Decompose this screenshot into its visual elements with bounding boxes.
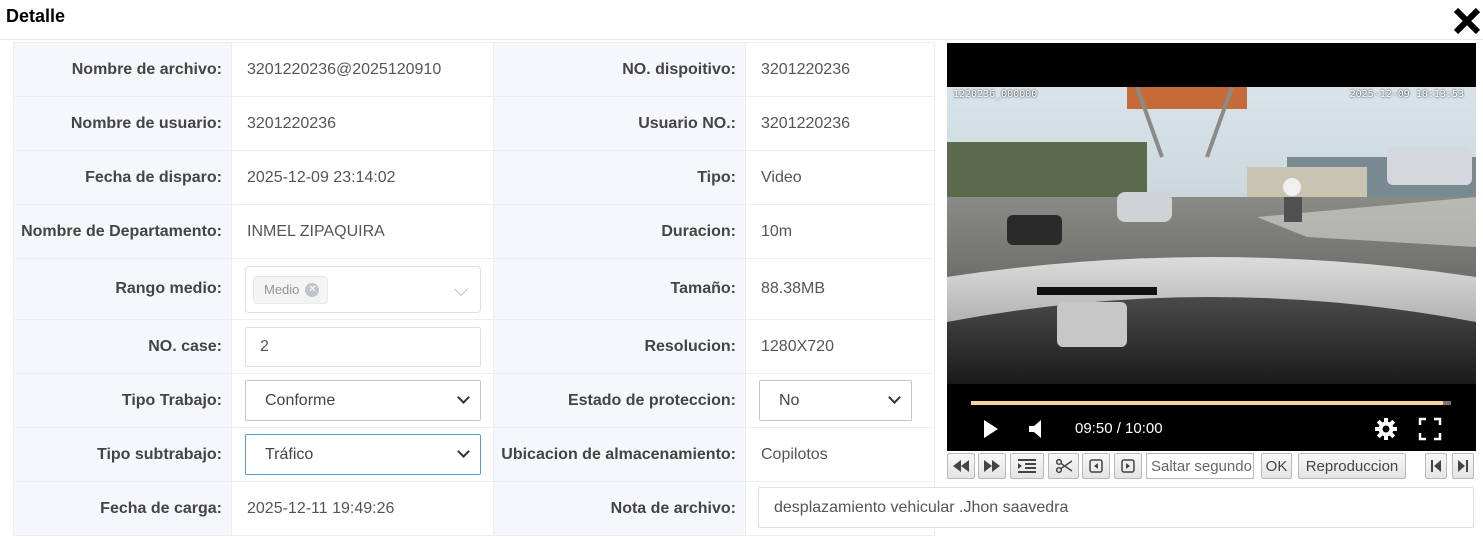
type-value: Video [745, 150, 935, 205]
table-row: Tipo Trabajo: Conforme Estado de protecc… [13, 373, 935, 428]
ok-button[interactable]: OK [1261, 453, 1292, 479]
work-type-select[interactable]: Conforme [245, 380, 481, 421]
next-frame-icon[interactable] [1114, 453, 1142, 479]
detail-table: Nombre de archivo: 3201220236@2025120910… [13, 42, 935, 536]
gear-icon[interactable] [1374, 417, 1398, 446]
protection-label: Estado de proteccion: [493, 373, 746, 428]
department-value: INMEL ZIPAQUIRA [231, 204, 494, 259]
user-no-label: Usuario NO.: [493, 96, 746, 151]
fullscreen-icon[interactable] [1418, 417, 1442, 446]
rewind-icon[interactable] [947, 453, 975, 479]
file-name-label: Nombre de archivo: [13, 42, 232, 97]
file-note-input[interactable]: desplazamiento vehicular .Jhon saavedra [758, 487, 1474, 528]
storage-location-label: Ubicacion de almacenamiento: [493, 427, 746, 482]
fast-forward-icon[interactable] [978, 453, 1006, 479]
chevron-down-icon [888, 391, 901, 404]
file-name-value: 3201220236@2025120910 [231, 42, 494, 97]
case-no-input[interactable]: 2 [245, 326, 481, 367]
tag-remove-icon[interactable]: ✕ [305, 282, 320, 297]
range-tag: Medio ✕ [253, 275, 329, 304]
progress-fill [971, 401, 1443, 405]
close-icon[interactable] [1451, 4, 1483, 36]
duration-value: 10m [745, 204, 935, 259]
device-no-value: 3201220236 [745, 42, 935, 97]
first-icon[interactable] [1425, 453, 1447, 479]
table-row: Rango medio: Medio ✕ Tamaño: 88.38MB [13, 258, 935, 320]
protection-select[interactable]: No [759, 380, 912, 421]
dialog-title: Detalle [6, 6, 66, 26]
upload-date-value: 2025-12-11 19:49:26 [231, 481, 494, 536]
time-display: 09:50 / 10:00 [1075, 420, 1163, 437]
table-row: Nombre de archivo: 3201220236@2025120910… [13, 42, 935, 97]
prev-frame-icon[interactable] [1082, 453, 1110, 479]
player-toolbar: Saltar segundo OK Reproduccion [947, 451, 1476, 479]
device-no-label: NO. dispoitivo: [493, 42, 746, 97]
range-multiselect[interactable]: Medio ✕ [245, 265, 481, 313]
osd-timestamp: 2025-12-09 10:13:53 [1349, 89, 1464, 100]
list-indent-icon[interactable] [1010, 453, 1044, 479]
sub-work-type-label: Tipo subtrabajo: [13, 427, 232, 482]
seek-seconds-input[interactable]: Saltar segundo [1146, 453, 1254, 479]
sub-work-type-selected: Tráfico [265, 445, 314, 463]
department-label: Nombre de Departamento: [13, 204, 232, 259]
user-name-label: Nombre de usuario: [13, 96, 232, 151]
table-row: NO. case: 2 Resolucion: 1280X720 [13, 319, 935, 374]
sub-work-type-select[interactable]: Tráfico [245, 434, 481, 475]
volume-icon[interactable] [1027, 418, 1045, 445]
dialog-header: Detalle [0, 0, 1483, 40]
play-icon[interactable] [982, 418, 1000, 445]
protection-selected: No [779, 391, 800, 409]
resolution-label: Resolucion: [493, 319, 746, 374]
playback-button[interactable]: Reproduccion [1298, 453, 1406, 479]
chevron-down-icon [453, 281, 469, 296]
video-player[interactable]: 1220236_000000 2025-12-09 10:13:53 09:50… [947, 43, 1476, 451]
table-row: Nombre de usuario: 3201220236 Usuario NO… [13, 96, 935, 151]
table-row: Tipo subtrabajo: Tráfico Ubicacion de al… [13, 427, 935, 482]
size-label: Tamaño: [493, 258, 746, 320]
user-name-value: 3201220236 [231, 96, 494, 151]
table-row: Nombre de Departamento: INMEL ZIPAQUIRA … [13, 204, 935, 259]
duration-label: Duracion: [493, 204, 746, 259]
range-tag-label: Medio [264, 282, 300, 297]
video-frame[interactable]: 1220236_000000 2025-12-09 10:13:53 [947, 87, 1476, 384]
range-label: Rango medio: [13, 258, 232, 320]
osd-channel: 1220236_000000 [953, 89, 1038, 100]
progress-bar[interactable] [971, 401, 1451, 405]
table-row: Fecha de disparo: 2025-12-09 23:14:02 Ti… [13, 150, 935, 205]
upload-date-label: Fecha de carga: [13, 481, 232, 536]
chevron-down-icon [457, 445, 470, 458]
size-value: 88.38MB [745, 258, 935, 320]
file-note-label: Nota de archivo: [493, 481, 746, 536]
trigger-date-label: Fecha de disparo: [13, 150, 232, 205]
work-type-label: Tipo Trabajo: [13, 373, 232, 428]
type-label: Tipo: [493, 150, 746, 205]
last-icon[interactable] [1452, 453, 1474, 479]
case-no-label: NO. case: [13, 319, 232, 374]
resolution-value: 1280X720 [745, 319, 935, 374]
user-no-value: 3201220236 [745, 96, 935, 151]
storage-location-value: Copilotos [745, 427, 935, 482]
chevron-down-icon [457, 391, 470, 404]
work-type-selected: Conforme [265, 391, 336, 409]
trigger-date-value: 2025-12-09 23:14:02 [231, 150, 494, 205]
scissors-icon[interactable] [1048, 453, 1079, 479]
